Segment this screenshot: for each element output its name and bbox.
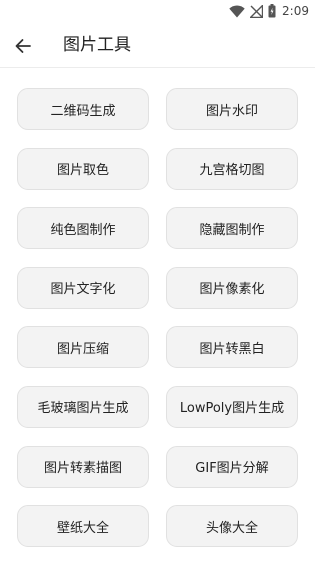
solid-color-image-button[interactable]: 纯色图制作: [17, 207, 149, 250]
signal-off-icon: [250, 4, 264, 18]
hidden-image-button[interactable]: 隐藏图制作: [166, 207, 298, 250]
wifi-icon: [229, 4, 245, 17]
status-bar: 2:09: [0, 0, 315, 22]
image-watermark-button[interactable]: 图片水印: [166, 88, 298, 130]
lowpoly-generate-button[interactable]: LowPoly图片生成: [166, 385, 298, 428]
tool-grid: 二维码生成 图片水印 图片取色 九宫格切图 纯色图制作 隐藏图制作 图片文字化 …: [17, 88, 298, 548]
status-icons: 2:09: [229, 3, 309, 19]
frosted-glass-button[interactable]: 毛玻璃图片生成: [17, 385, 149, 428]
page-title: 图片工具: [63, 35, 131, 55]
image-to-grayscale-button[interactable]: 图片转黑白: [166, 326, 298, 369]
color-picker-button[interactable]: 图片取色: [17, 147, 149, 190]
battery-icon: [268, 4, 276, 18]
pixelate-image-button[interactable]: 图片像素化: [166, 266, 298, 309]
image-compress-button[interactable]: 图片压缩: [17, 326, 149, 369]
back-button[interactable]: [8, 31, 38, 61]
image-to-sketch-button[interactable]: 图片转素描图: [17, 445, 149, 488]
nine-grid-cut-button[interactable]: 九宫格切图: [166, 147, 298, 190]
avatars-button[interactable]: 头像大全: [166, 505, 298, 548]
image-to-text-button[interactable]: 图片文字化: [17, 266, 149, 309]
status-time: 2:09: [282, 4, 309, 18]
wallpapers-button[interactable]: 壁纸大全: [17, 505, 149, 548]
arrow-left-icon: [15, 39, 31, 53]
app-bar: 图片工具: [0, 22, 315, 68]
qr-code-generate-button[interactable]: 二维码生成: [17, 88, 149, 130]
gif-split-button[interactable]: GIF图片分解: [166, 445, 298, 488]
